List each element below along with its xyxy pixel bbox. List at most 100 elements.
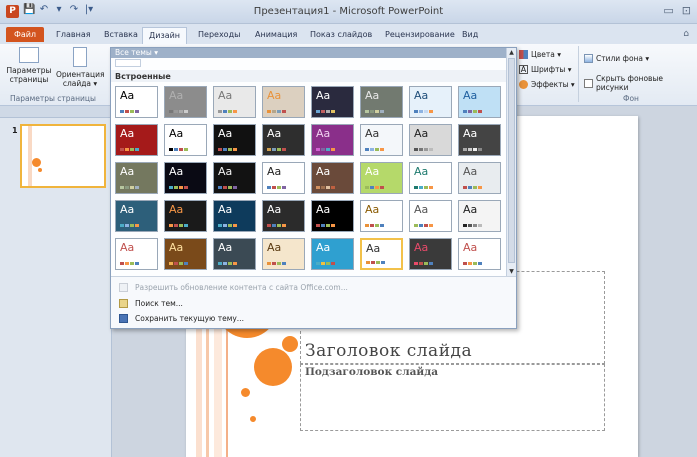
theme-tile[interactable]: Aa <box>115 162 158 194</box>
theme-sample-text: Aa <box>218 203 233 216</box>
ribbon-tabs: Файл Главная Вставка Дизайн Переходы Ани… <box>0 24 697 45</box>
current-theme-preview[interactable] <box>115 59 141 67</box>
slide-thumbnail[interactable] <box>20 124 106 188</box>
theme-tile[interactable]: Aa <box>360 86 403 118</box>
panel-tabs[interactable] <box>0 106 111 118</box>
theme-tile[interactable]: Aa <box>115 238 158 270</box>
theme-tile[interactable]: Aa <box>458 124 501 156</box>
colors-icon <box>519 50 528 59</box>
save-theme-item[interactable]: Сохранить текущую тему... <box>119 314 244 323</box>
theme-tile[interactable]: Aa <box>213 124 256 156</box>
effects-button[interactable]: Эффекты ▾ <box>519 80 575 89</box>
theme-color-swatches <box>365 224 384 227</box>
theme-tile[interactable]: Aa <box>311 200 354 232</box>
browse-themes-item[interactable]: Поиск тем... <box>119 299 183 308</box>
theme-tile[interactable]: Aa <box>115 200 158 232</box>
tab-transitions[interactable]: Переходы <box>198 30 240 39</box>
help-icon[interactable]: ⌂ <box>683 29 689 39</box>
theme-sample-text: Aa <box>414 203 429 216</box>
checkbox-icon <box>584 78 593 88</box>
theme-tile[interactable]: Aa <box>262 162 305 194</box>
theme-tile[interactable]: Aa <box>164 238 207 270</box>
colors-button[interactable]: Цвета ▾ <box>519 50 561 59</box>
theme-tile[interactable]: Aa <box>311 238 354 270</box>
background-styles-button[interactable]: Стили фона ▾ <box>584 54 649 63</box>
theme-tile[interactable]: Aa <box>213 238 256 270</box>
tab-design[interactable]: Дизайн <box>142 27 188 45</box>
theme-tile[interactable]: Aa <box>311 86 354 118</box>
theme-tile[interactable]: Aa <box>360 238 403 270</box>
theme-sample-text: Aa <box>267 203 282 216</box>
theme-sample-text: Aa <box>463 127 478 140</box>
theme-color-swatches <box>463 186 482 189</box>
theme-tile[interactable]: Aa <box>164 86 207 118</box>
theme-tile[interactable]: Aa <box>262 124 305 156</box>
page-setup-button[interactable]: Параметры страницы <box>4 47 54 84</box>
theme-tile[interactable]: Aa <box>409 86 452 118</box>
theme-sample-text: Aa <box>120 241 135 254</box>
theme-tile[interactable]: Aa <box>409 124 452 156</box>
builtin-section-label: Встроенные <box>111 70 508 82</box>
theme-tile[interactable]: Aa <box>262 238 305 270</box>
theme-tile[interactable]: Aa <box>164 162 207 194</box>
scroll-up-icon[interactable]: ▲ <box>507 48 516 57</box>
scrollbar-thumb[interactable] <box>508 58 515 263</box>
theme-color-swatches <box>218 224 237 227</box>
slide-orientation-button[interactable]: Ориентация слайда ▾ <box>56 47 105 88</box>
theme-color-swatches <box>267 262 286 265</box>
tab-review[interactable]: Рецензирование <box>385 30 455 39</box>
minimize-ribbon-icon[interactable]: ▭ <box>663 4 673 17</box>
restore-icon[interactable]: ⊡ <box>682 4 691 17</box>
theme-tile[interactable]: Aa <box>311 124 354 156</box>
gallery-scrollbar[interactable]: ▲ ▼ <box>506 48 516 276</box>
theme-tile[interactable]: Aa <box>262 86 305 118</box>
theme-sample-text: Aa <box>463 203 478 216</box>
tab-slide-show[interactable]: Показ слайдов <box>310 30 372 39</box>
theme-color-swatches <box>120 262 139 265</box>
hide-background-checkbox[interactable]: Скрыть фоновые рисунки <box>584 74 697 92</box>
theme-sample-text: Aa <box>267 127 282 140</box>
scroll-down-icon[interactable]: ▼ <box>507 267 516 276</box>
theme-tile[interactable]: Aa <box>458 86 501 118</box>
fonts-button[interactable]: A Шрифты ▾ <box>519 65 572 74</box>
theme-color-swatches <box>316 224 335 227</box>
theme-tile[interactable]: Aa <box>360 200 403 232</box>
slide-subtitle[interactable]: Подзаголовок слайда <box>305 366 438 378</box>
theme-tile[interactable]: Aa <box>458 238 501 270</box>
theme-tile[interactable]: Aa <box>115 124 158 156</box>
theme-tile[interactable]: Aa <box>164 124 207 156</box>
theme-color-swatches <box>414 224 433 227</box>
slide-title[interactable]: Заголовок слайда <box>305 341 472 361</box>
theme-sample-text: Aa <box>365 89 380 102</box>
theme-sample-text: Aa <box>365 203 380 216</box>
theme-sample-text: Aa <box>316 241 331 254</box>
tab-view[interactable]: Вид <box>462 30 478 39</box>
theme-tile[interactable]: Aa <box>311 162 354 194</box>
theme-tile[interactable]: Aa <box>360 162 403 194</box>
theme-tile[interactable]: Aa <box>360 124 403 156</box>
slides-panel: 1 <box>0 106 112 457</box>
theme-tile[interactable]: Aa <box>115 86 158 118</box>
theme-tile[interactable]: Aa <box>409 238 452 270</box>
theme-tile[interactable]: Aa <box>458 200 501 232</box>
enable-office-updates-item[interactable]: Разрешить обновление контента с сайта Of… <box>119 283 348 292</box>
tab-insert[interactable]: Вставка <box>104 30 138 39</box>
theme-tile[interactable]: Aa <box>409 162 452 194</box>
all-themes-header[interactable]: Все темы ▾ <box>111 48 508 58</box>
theme-tile[interactable]: Aa <box>164 200 207 232</box>
theme-sample-text: Aa <box>414 127 429 140</box>
orientation-icon <box>73 47 87 67</box>
theme-tile[interactable]: Aa <box>213 200 256 232</box>
theme-tile[interactable]: Aa <box>213 162 256 194</box>
tab-animations[interactable]: Анимация <box>255 30 297 39</box>
theme-color-swatches <box>316 110 335 113</box>
tab-file[interactable]: Файл <box>6 27 44 42</box>
tab-home[interactable]: Главная <box>56 30 91 39</box>
theme-tile[interactable]: Aa <box>409 200 452 232</box>
theme-tile[interactable]: Aa <box>458 162 501 194</box>
theme-tile[interactable]: Aa <box>262 200 305 232</box>
decor-circle <box>241 388 250 397</box>
theme-tile[interactable]: Aa <box>213 86 256 118</box>
theme-sample-text: Aa <box>120 203 135 216</box>
theme-sample-text: Aa <box>169 127 184 140</box>
